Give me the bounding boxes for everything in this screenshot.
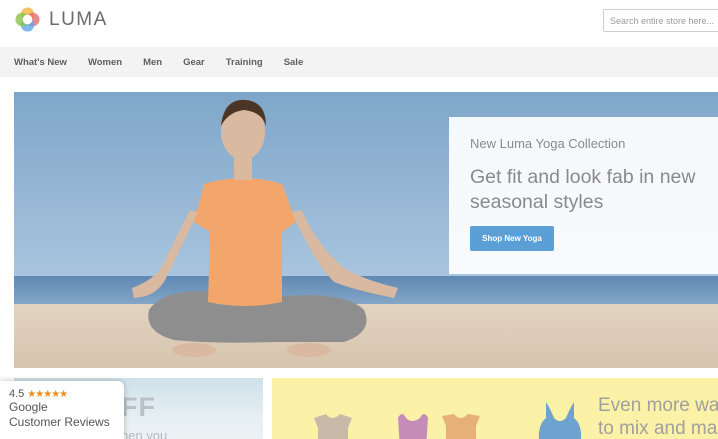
promo-right-text: Even more wa to mix and ma xyxy=(598,395,718,439)
google-customer-reviews-badge[interactable]: 4.5 ★★★★★ Google Customer Reviews xyxy=(0,381,124,439)
site-header: LUMA xyxy=(0,0,718,47)
hero-title: Get fit and look fab in new seasonal sty… xyxy=(470,166,696,214)
hero-banner[interactable]: New Luma Yoga Collection Get fit and loo… xyxy=(14,92,718,368)
nav-item-training[interactable]: Training xyxy=(226,57,263,68)
reviews-customer-reviews-label: Customer Reviews xyxy=(9,415,110,429)
nav-item-gear[interactable]: Gear xyxy=(183,57,205,68)
luma-logo[interactable]: LUMA xyxy=(14,6,108,33)
tank-tops-image xyxy=(314,402,582,439)
brand-name: LUMA xyxy=(49,8,108,30)
nav-item-whats-new[interactable]: What's New xyxy=(14,57,67,68)
page: LUMA What's New Women Men Gear Training … xyxy=(0,0,718,439)
nav-item-sale[interactable]: Sale xyxy=(284,57,304,68)
main-navigation: What's New Women Men Gear Training Sale xyxy=(0,47,718,77)
search-input[interactable] xyxy=(603,9,718,32)
star-icon: ★★★★★ xyxy=(27,388,68,400)
reviews-score: 4.5 xyxy=(9,388,25,400)
promo-right-line-2: to mix and ma xyxy=(598,417,718,439)
nav-item-men[interactable]: Men xyxy=(143,57,162,68)
nav-item-women[interactable]: Women xyxy=(88,57,122,68)
luma-logo-icon xyxy=(15,7,40,32)
shop-new-yoga-button[interactable]: Shop New Yoga xyxy=(470,226,554,251)
hero-callout: New Luma Yoga Collection Get fit and loo… xyxy=(449,117,718,274)
promo-tile-right[interactable]: Even more wa to mix and ma xyxy=(272,378,718,439)
promo-right-line-1: Even more wa xyxy=(598,395,718,416)
promo-left-subline: hen you xyxy=(121,428,168,439)
reviews-google-label: Google xyxy=(9,400,48,414)
hero-kicker: New Luma Yoga Collection xyxy=(470,136,626,151)
promo-left-headline: FF xyxy=(121,392,156,422)
reviews-rating: 4.5 ★★★★★ xyxy=(9,388,115,400)
